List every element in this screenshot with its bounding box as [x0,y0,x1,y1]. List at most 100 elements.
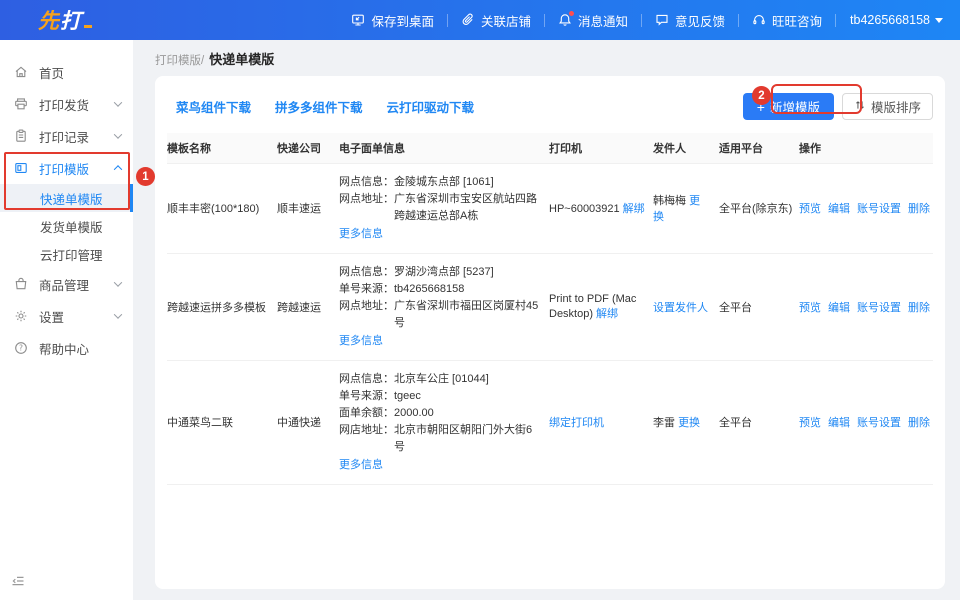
logo-mark [84,25,92,28]
sidebar-menu: 首页 打印发货 打印记录 打印模版 [0,40,133,364]
table-row: 中通菜鸟二联 中通快递 网点信息：北京车公庄 [01044] 单号来源：tgee… [167,360,933,484]
collapse-sidebar-icon[interactable] [11,574,25,593]
template-name: 顺丰丰密(100*180) [167,163,277,253]
sidebar-item-label: 首页 [39,63,64,82]
col-actions: 操作 [799,133,933,163]
info-value: 北京市朝阳区朝阳门外大街6号 [394,422,541,456]
desktop-save-icon [351,13,365,27]
more-info-link[interactable]: 更多信息 [339,226,383,243]
info-label: 面单余额： [339,405,394,422]
cloud-print-driver-download-link[interactable]: 云打印驱动下载 [387,97,475,116]
sidebar-item-help-center[interactable]: ? 帮助中心 [0,332,133,364]
link-shop-button[interactable]: 关联店铺 [448,11,544,30]
unbind-printer-link[interactable]: 解绑 [623,203,645,215]
wangwang-consult-button[interactable]: 旺旺咨询 [739,11,835,30]
actions-cell: 预览编辑账号设置删除 [799,163,933,253]
set-sender-link[interactable]: 设置发件人 [653,302,708,314]
delete-link[interactable]: 删除 [908,417,930,429]
info-label: 网店地址： [339,422,394,456]
chevron-down-icon [935,18,943,23]
info-value: 广东省深圳市福田区岗厦村45号 [394,298,541,332]
sidebar-item-settings[interactable]: 设置 [0,300,133,332]
delete-link[interactable]: 删除 [908,302,930,314]
account-settings-link[interactable]: 账号设置 [857,302,901,314]
template-name: 中通菜鸟二联 [167,360,277,484]
sidebar-item-print-ship[interactable]: 打印发货 [0,88,133,120]
sidebar-item-waybill-templates[interactable]: 快递单模版 [0,184,133,212]
breadcrumb: 打印模版/ 快递单模版 [155,49,960,68]
unbind-printer-link[interactable]: 解绑 [596,308,618,320]
platform-cell: 全平台(除京东) [719,163,799,253]
courier-company: 跨越速运 [277,253,339,360]
printer-cell: HP~60003921解绑 [549,163,653,253]
chevron-down-icon [114,278,122,286]
logo-text-xian: 先 [38,5,60,35]
more-info-link[interactable]: 更多信息 [339,333,383,350]
sidebar-item-home[interactable]: 首页 [0,56,133,88]
col-printer: 打印机 [549,133,653,163]
platform-cell: 全平台 [719,360,799,484]
edit-link[interactable]: 编辑 [828,203,850,215]
shop-icon [14,277,28,291]
add-template-button[interactable]: + 新增模版 [743,93,834,120]
account-settings-link[interactable]: 账号设置 [857,417,901,429]
account-dropdown[interactable]: tb4265668158 [836,13,945,27]
col-courier-company: 快递公司 [277,133,339,163]
pdd-component-download-link[interactable]: 拼多多组件下载 [275,97,363,116]
gear-icon [14,309,28,323]
sidebar-item-product-management[interactable]: 商品管理 [0,268,133,300]
chevron-down-icon [114,310,122,318]
card-toolbar: 菜鸟组件下载 拼多多组件下载 云打印驱动下载 + 新增模版 模版排序 [155,76,945,133]
info-label: 网点信息： [339,174,394,191]
sidebar: 首页 打印发货 打印记录 打印模版 [0,40,133,600]
sender-cell: 设置发件人 [653,253,719,360]
save-to-desktop-button[interactable]: 保存到桌面 [338,11,447,30]
ewaybill-info-cell: 网点信息：罗湖沙湾点部 [5237] 单号来源：tb4265668158 网点地… [339,253,549,360]
sidebar-item-label: 发货单模版 [40,217,103,236]
chevron-down-icon [114,98,122,106]
templates-table: 模板名称 快递公司 电子面单信息 打印机 发件人 适用平台 操作 顺丰丰密(10… [167,133,933,485]
table-row: 跨越速运拼多多模板 跨越速运 网点信息：罗湖沙湾点部 [5237] 单号来源：t… [167,253,933,360]
delete-link[interactable]: 删除 [908,203,930,215]
paperclip-icon [461,13,475,27]
info-value: 2000.00 [394,405,434,422]
sidebar-item-label: 设置 [39,307,64,326]
printer-cell: Print to PDF (Mac Desktop)解绑 [549,253,653,360]
sidebar-item-print-templates[interactable]: 打印模版 [0,152,133,184]
sidebar-item-print-records[interactable]: 打印记录 [0,120,133,152]
account-settings-link[interactable]: 账号设置 [857,203,901,215]
cainiao-component-download-link[interactable]: 菜鸟组件下载 [176,97,251,116]
edit-link[interactable]: 编辑 [828,302,850,314]
ewaybill-info-cell: 网点信息：金陵城东点部 [1061] 网点地址：广东省深圳市宝安区航站四路跨越速… [339,163,549,253]
feedback-button[interactable]: 意见反馈 [642,11,738,30]
bind-printer-link[interactable]: 绑定打印机 [549,417,604,429]
sort-templates-button[interactable]: 模版排序 [842,93,933,120]
breadcrumb-parent[interactable]: 打印模版/ [155,52,204,68]
headset-icon [752,13,766,27]
template-icon [14,161,28,175]
home-icon [14,65,28,79]
sidebar-item-label: 打印发货 [39,95,89,114]
sidebar-item-label: 商品管理 [39,275,89,294]
more-info-link[interactable]: 更多信息 [339,457,383,474]
info-label: 网点信息： [339,371,394,388]
sort-arrows-icon [854,99,866,114]
preview-link[interactable]: 预览 [799,203,821,215]
sidebar-item-shipping-templates[interactable]: 发货单模版 [0,212,133,240]
sender-name: 韩梅梅 [653,195,686,207]
save-to-desktop-label: 保存到桌面 [371,11,434,30]
courier-company: 顺丰速运 [277,163,339,253]
app-logo[interactable]: 先打 [38,5,92,35]
plus-icon: + [757,100,765,114]
preview-link[interactable]: 预览 [799,417,821,429]
preview-link[interactable]: 预览 [799,302,821,314]
sender-cell: 韩梅梅 更换 [653,163,719,253]
edit-link[interactable]: 编辑 [828,417,850,429]
info-label: 网点地址： [339,191,394,225]
notifications-button[interactable]: 消息通知 [545,11,641,30]
feedback-bubble-icon [655,13,669,27]
add-template-label: 新增模版 [770,97,820,116]
sidebar-item-cloud-print[interactable]: 云打印管理 [0,240,133,268]
change-sender-link[interactable]: 更换 [678,417,700,429]
link-shop-label: 关联店铺 [481,11,531,30]
